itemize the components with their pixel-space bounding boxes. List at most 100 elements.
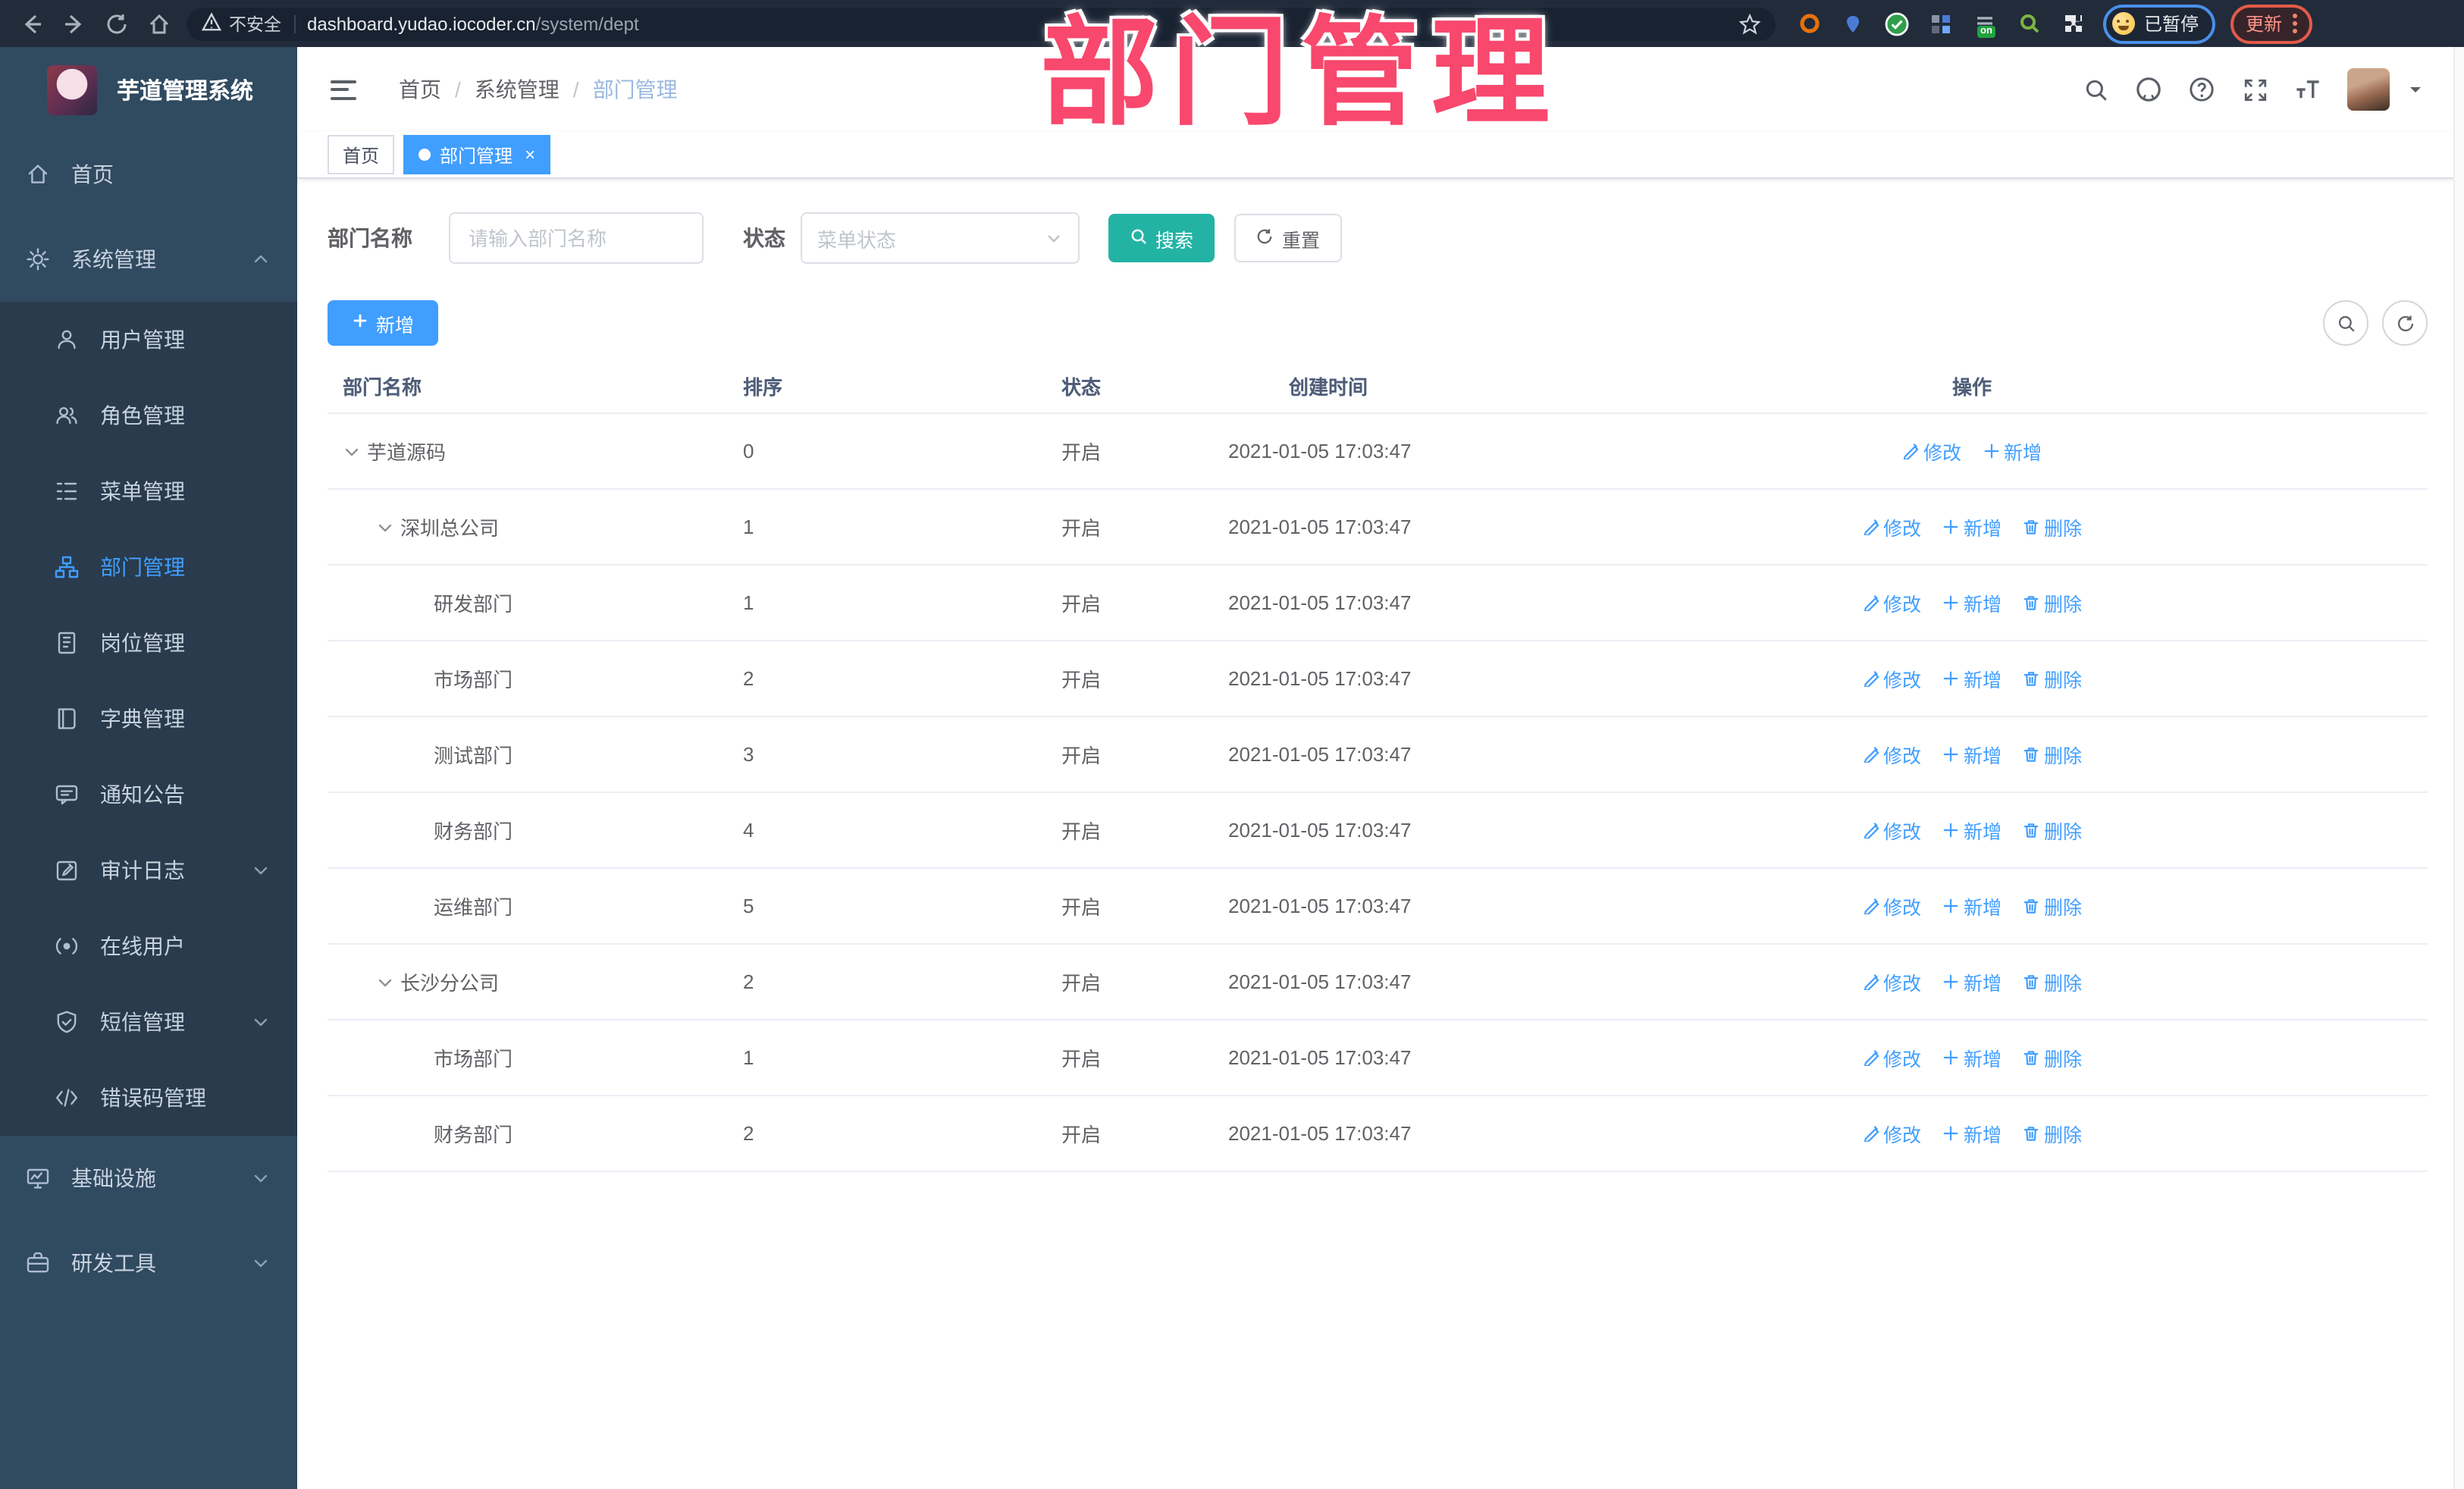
add-button[interactable]: 新增 (328, 300, 438, 346)
sidebar-item-online-users[interactable]: 在线用户 (0, 908, 297, 984)
tag-dept-management[interactable]: 部门管理 × (403, 135, 551, 174)
sidebar-item-menu-management[interactable]: 菜单管理 (0, 453, 297, 529)
edit-link[interactable]: 修改 (1862, 588, 1921, 617)
sidebar-item-user-management[interactable]: 用户管理 (0, 302, 297, 378)
delete-link[interactable]: 删除 (2023, 513, 2082, 541)
dept-name-cell: 财务部门 (328, 816, 713, 845)
edit-link[interactable]: 修改 (1862, 816, 1921, 845)
sidebar-item-system-management[interactable]: 系统管理 (0, 217, 297, 302)
sidebar-item-dict-management[interactable]: 字典管理 (0, 681, 297, 757)
expand-chevron-icon[interactable] (376, 973, 400, 991)
edit-link[interactable]: 修改 (1862, 1119, 1921, 1148)
address-bar[interactable]: 不安全 dashboard.yudao.iocoder.cn/system/de… (187, 7, 1776, 40)
extension-icon[interactable] (1797, 11, 1821, 36)
add-link[interactable]: 新增 (1942, 1119, 2002, 1148)
edit-icon (1862, 1125, 1879, 1142)
delete-link[interactable]: 删除 (2023, 1119, 2082, 1148)
expand-chevron-icon[interactable] (376, 518, 400, 536)
header-search-icon[interactable] (2082, 76, 2109, 103)
search-button-icon (1130, 227, 1148, 249)
delete-link[interactable]: 删除 (2023, 664, 2082, 693)
github-icon[interactable] (2135, 76, 2162, 103)
delete-link[interactable]: 删除 (2023, 588, 2082, 617)
sidebar-item-post-management[interactable]: 岗位管理 (0, 605, 297, 681)
fullscreen-icon[interactable] (2241, 76, 2268, 103)
sidebar-item-infrastructure[interactable]: 基础设施 (0, 1136, 297, 1221)
tag-home[interactable]: 首页 (328, 135, 395, 174)
add-icon (1983, 443, 1999, 459)
delete-link[interactable]: 删除 (2023, 816, 2082, 845)
dept-name-input[interactable] (449, 212, 704, 264)
breadcrumb-home[interactable]: 首页 (399, 74, 441, 105)
reload-icon[interactable] (103, 11, 129, 36)
extension-search-icon[interactable] (2017, 11, 2041, 36)
delete-link[interactable]: 删除 (2023, 892, 2082, 920)
edit-link[interactable]: 修改 (1862, 892, 1921, 920)
delete-link[interactable]: 删除 (2023, 1043, 2082, 1072)
search-button[interactable]: 搜索 (1108, 214, 1215, 262)
order-cell: 1 (743, 1046, 754, 1069)
edit-link[interactable]: 修改 (1862, 1043, 1921, 1072)
user-avatar[interactable] (2347, 68, 2390, 111)
tag-close-icon[interactable]: × (525, 146, 535, 164)
browser-update-button[interactable]: 更新 (2230, 4, 2313, 43)
add-link[interactable]: 新增 (1942, 967, 2002, 996)
font-size-icon[interactable] (2294, 76, 2321, 103)
back-icon[interactable] (18, 11, 44, 36)
edit-link[interactable]: 修改 (1862, 513, 1921, 541)
expand-chevron-icon[interactable] (343, 442, 367, 460)
sidebar-item-error-code-management[interactable]: 错误码管理 (0, 1060, 297, 1136)
delete-link[interactable]: 删除 (2023, 740, 2082, 769)
home-button-icon[interactable] (146, 11, 171, 36)
sidebar-item-role-management[interactable]: 角色管理 (0, 378, 297, 453)
refresh-table-button[interactable] (2382, 300, 2428, 346)
extension-pin-icon[interactable] (1841, 11, 1865, 36)
add-link[interactable]: 新增 (1942, 892, 2002, 920)
add-link[interactable]: 新增 (1942, 588, 2002, 617)
order-cell: 0 (743, 440, 754, 462)
reset-button[interactable]: 重置 (1234, 214, 1342, 262)
add-link[interactable]: 新增 (1942, 513, 2002, 541)
bookmark-star-icon[interactable] (1739, 13, 1760, 34)
sidebar-item-home[interactable]: 首页 (0, 132, 297, 217)
sidebar-item-audit-log[interactable]: 审计日志 (0, 832, 297, 908)
browser-menu-kebab-icon[interactable] (2293, 14, 2298, 33)
dept-name: 测试部门 (434, 744, 513, 767)
extensions-puzzle-icon[interactable] (2061, 11, 2085, 36)
add-link[interactable]: 新增 (1942, 740, 2002, 769)
sidebar-item-sms-management[interactable]: 短信管理 (0, 984, 297, 1060)
edit-link[interactable]: 修改 (1862, 664, 1921, 693)
avatar-caret-down-icon[interactable] (2406, 80, 2425, 99)
status-select[interactable]: 菜单状态 (801, 212, 1080, 264)
toggle-search-button[interactable] (2323, 300, 2368, 346)
sidebar-toggle-icon[interactable] (324, 74, 362, 105)
edit-link[interactable]: 修改 (1862, 740, 1921, 769)
add-link[interactable]: 新增 (1942, 816, 2002, 845)
extension-check-icon[interactable] (1885, 11, 1909, 36)
add-link[interactable]: 新增 (1983, 437, 2042, 466)
sidebar-item-dept-management[interactable]: 部门管理 (0, 529, 297, 605)
add-link[interactable]: 新增 (1942, 664, 2002, 693)
delete-icon (2023, 670, 2039, 687)
sidebar-menu: 首页 系统管理 用户管理 角色管理 菜单管理 部门管理 岗位管理 字典管理 通知公告 审计日志 在线… (0, 132, 297, 1306)
scrollbar[interactable] (2453, 47, 2464, 1489)
edit-link[interactable]: 修改 (1862, 967, 1921, 996)
forward-icon[interactable] (61, 11, 86, 36)
breadcrumb-system[interactable]: 系统管理 (475, 74, 560, 105)
table-row: 深圳总公司 1 开启 2021-01-05 17:03:47 修改 新增 删除 (328, 490, 2428, 566)
app-logo-row[interactable]: 芋道管理系统 (0, 47, 297, 132)
actions-cell: 修改 新增 删除 (1713, 892, 2428, 920)
edit-link[interactable]: 修改 (1902, 437, 1961, 466)
extension-grid-icon[interactable] (1929, 11, 1953, 36)
actions-cell: 修改 新增 删除 (1713, 664, 2428, 693)
profile-paused-pill[interactable]: 已暂停 (2103, 4, 2216, 43)
extension-list-icon[interactable]: on (1973, 11, 1997, 37)
help-icon[interactable] (2188, 76, 2215, 103)
chevron-down-icon (252, 1169, 270, 1187)
sidebar-item-dev-tools[interactable]: 研发工具 (0, 1221, 297, 1306)
sidebar: 芋道管理系统 首页 系统管理 用户管理 角色管理 菜单管理 部门管理 岗位管理 字典管理 通知公… (0, 47, 297, 1489)
delete-link[interactable]: 删除 (2023, 967, 2082, 996)
security-warning[interactable]: 不安全 (201, 11, 281, 36)
sidebar-item-notice-announcement[interactable]: 通知公告 (0, 757, 297, 832)
add-link[interactable]: 新增 (1942, 1043, 2002, 1072)
